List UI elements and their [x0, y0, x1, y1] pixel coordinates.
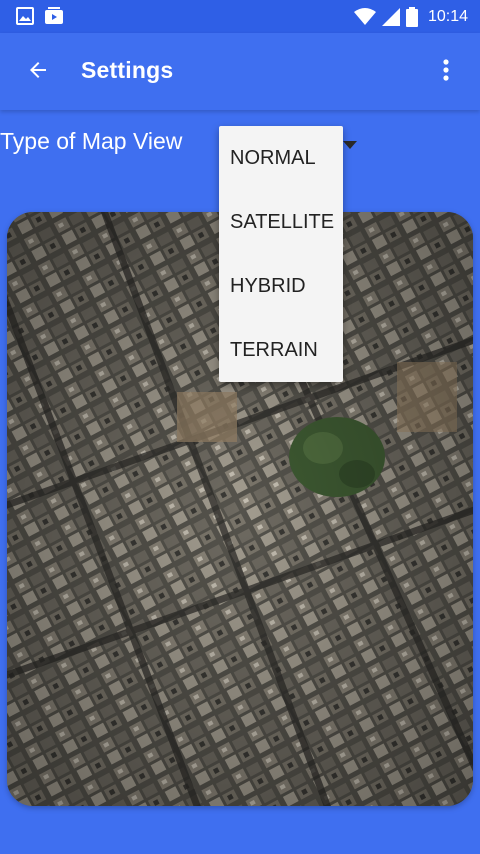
map-type-dropdown[interactable]: NORMAL SATELLITE HYBRID TERRAIN — [219, 126, 343, 382]
more-vert-icon — [442, 58, 450, 87]
back-button[interactable] — [18, 52, 58, 92]
status-time: 10:14 — [427, 8, 468, 25]
image-icon — [16, 7, 34, 25]
map-view-type-label: Type of Map View — [0, 128, 183, 154]
dropdown-item-hybrid[interactable]: HYBRID — [219, 254, 343, 318]
status-right-icons: 10:14 — [353, 7, 468, 27]
overflow-menu-button[interactable] — [426, 52, 466, 92]
arrow-back-icon — [26, 58, 50, 87]
status-left-icons — [16, 7, 64, 25]
app-bar: Settings — [0, 33, 480, 110]
status-bar: 10:14 — [0, 0, 480, 33]
dropdown-item-terrain[interactable]: TERRAIN — [219, 318, 343, 382]
signal-icon — [381, 8, 400, 26]
media-icon — [44, 7, 64, 25]
dropdown-item-normal[interactable]: NORMAL — [219, 126, 343, 190]
dropdown-item-satellite[interactable]: SATELLITE — [219, 190, 343, 254]
page-title: Settings — [81, 57, 174, 83]
battery-icon — [405, 7, 418, 27]
wifi-icon — [353, 8, 376, 26]
dropdown-arrow-icon[interactable] — [343, 138, 357, 156]
